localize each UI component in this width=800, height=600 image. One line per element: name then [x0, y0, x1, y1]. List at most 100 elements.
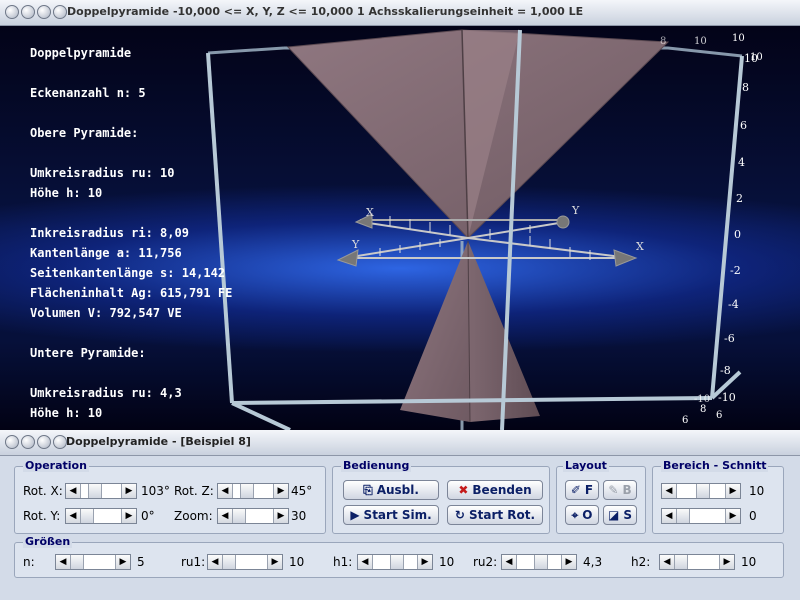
rot-x-slider[interactable]: ◀ ▶ — [65, 483, 137, 499]
h1-decrement[interactable]: ◀ — [358, 555, 373, 569]
svg-text:6: 6 — [740, 119, 747, 132]
ru2-increment[interactable]: ▶ — [561, 555, 576, 569]
x-axis-label-front: X — [636, 240, 644, 253]
range-increment[interactable]: ▶ — [725, 484, 740, 498]
close-icon: ✖ — [458, 483, 469, 497]
main-window-title: Doppelpyramide -10,000 <= X, Y, Z <= 10,… — [67, 5, 584, 18]
control-window-state-icon — [53, 435, 67, 449]
start-rotation-label: Start Rot. — [468, 508, 536, 522]
svg-text:-4: -4 — [728, 298, 739, 311]
background-label: B — [622, 483, 632, 497]
h2-label: h2: — [631, 555, 651, 569]
rot-z-decrement[interactable]: ◀ — [218, 484, 233, 498]
rot-z-thumb[interactable] — [240, 484, 255, 498]
rot-y-thumb[interactable] — [80, 509, 94, 523]
hide-button[interactable]: ⎘ Ausbl. — [343, 480, 439, 500]
rot-y-increment[interactable]: ▶ — [121, 509, 136, 523]
n-value: 5 — [137, 555, 145, 569]
fill-color-button[interactable]: ✐ F — [565, 480, 599, 500]
y-axis-label-front: Y — [351, 238, 360, 251]
rot-x-thumb[interactable] — [88, 484, 103, 498]
y-axis-label-back: Y — [571, 204, 580, 217]
rot-z-increment[interactable]: ▶ — [273, 484, 288, 498]
zoom-decrement[interactable]: ◀ — [218, 509, 233, 523]
ru1-slider[interactable]: ◀ ▶ — [207, 554, 283, 570]
ru2-thumb[interactable] — [533, 555, 548, 569]
exit-button-label: Beenden — [472, 483, 532, 497]
info-corner-count: Eckenanzahl n: 5 — [30, 86, 146, 100]
zoom-value: 30 — [291, 509, 307, 523]
zoom-slider[interactable]: ◀ ▶ — [217, 508, 289, 524]
rot-y-decrement[interactable]: ◀ — [66, 509, 81, 523]
rot-z-slider[interactable]: ◀ ▶ — [217, 483, 289, 499]
n-label: n: — [23, 555, 35, 569]
n-thumb[interactable] — [70, 555, 84, 569]
ru2-decrement[interactable]: ◀ — [502, 555, 517, 569]
hide-button-label: Ausbl. — [376, 483, 419, 497]
svg-text:-2: -2 — [730, 264, 741, 277]
upper-pyramid — [286, 29, 670, 239]
svg-text:-8: -8 — [720, 364, 731, 377]
rot-x-increment[interactable]: ▶ — [121, 484, 136, 498]
rot-x-label: Rot. X: — [23, 484, 63, 498]
n-increment[interactable]: ▶ — [115, 555, 130, 569]
section-slider[interactable]: ◀ ▶ — [661, 508, 741, 524]
ru1-thumb[interactable] — [222, 555, 236, 569]
info-area: Flächeninhalt Ag: 615,791 FE — [30, 286, 233, 300]
h2-increment[interactable]: ▶ — [719, 555, 734, 569]
ru2-slider[interactable]: ◀ ▶ — [501, 554, 577, 570]
h1-increment[interactable]: ▶ — [417, 555, 432, 569]
info-volume: Volumen V: 792,547 VE — [30, 306, 182, 320]
rot-x-decrement[interactable]: ◀ — [66, 484, 81, 498]
start-simulation-button[interactable]: ▶ Start Sim. — [343, 505, 439, 525]
info-upper-radius: Umkreisradius ru: 10 — [30, 166, 175, 180]
range-decrement[interactable]: ◀ — [662, 484, 677, 498]
svg-text:10: 10 — [732, 33, 745, 44]
rot-y-slider[interactable]: ◀ ▶ — [65, 508, 137, 524]
n-slider[interactable]: ◀ ▶ — [55, 554, 131, 570]
ru2-label: ru2: — [473, 555, 498, 569]
control-maximize-button[interactable] — [37, 435, 51, 449]
background-button[interactable]: ✎ B — [603, 480, 637, 500]
ru1-value: 10 — [289, 555, 305, 569]
svg-text:-10: -10 — [718, 391, 736, 404]
minimize-button[interactable] — [21, 5, 35, 19]
style-button[interactable]: ◪ S — [603, 505, 637, 525]
control-window-title: Doppelpyramide - [Beispiel 8] — [66, 435, 251, 448]
paint-icon: ✐ — [570, 483, 581, 497]
info-title: Doppelpyramide — [30, 46, 132, 60]
section-thumb[interactable] — [676, 509, 690, 523]
start-simulation-label: Start Sim. — [363, 508, 432, 522]
range-thumb[interactable] — [695, 484, 710, 498]
svg-text:10: 10 — [750, 52, 763, 63]
h1-slider[interactable]: ◀ ▶ — [357, 554, 433, 570]
operation-group: Operation Rot. X: ◀ ▶ 103° Rot. Z: ◀ ▶ 45°… — [14, 459, 326, 534]
start-rotation-button[interactable]: ↻ Start Rot. — [447, 505, 543, 525]
h1-thumb[interactable] — [389, 555, 404, 569]
zoom-increment[interactable]: ▶ — [273, 509, 288, 523]
control-minimize-button[interactable] — [21, 435, 35, 449]
origin-button[interactable]: ⌖ O — [565, 505, 599, 525]
lower-pyramid — [400, 240, 540, 423]
exit-button[interactable]: ✖ Beenden — [447, 480, 543, 500]
range-slider[interactable]: ◀ ▶ — [661, 483, 741, 499]
svg-text:-6: -6 — [724, 332, 735, 345]
h2-thumb[interactable] — [674, 555, 688, 569]
3d-viewport[interactable]: X Y Y X 10 8 6 4 2 0 -2 -4 -6 -8 -10 10 — [0, 26, 800, 430]
maximize-button[interactable] — [37, 5, 51, 19]
window-menu-button[interactable] — [5, 5, 19, 19]
section-increment[interactable]: ▶ — [725, 509, 740, 523]
ru1-decrement[interactable]: ◀ — [208, 555, 223, 569]
n-decrement[interactable]: ◀ — [56, 555, 71, 569]
window-state-icon — [53, 5, 67, 19]
h2-slider[interactable]: ◀ ▶ — [659, 554, 735, 570]
h2-value: 10 — [741, 555, 757, 569]
bucket-icon: ◪ — [608, 508, 620, 522]
h2-decrement[interactable]: ◀ — [660, 555, 675, 569]
control-window-menu-button[interactable] — [5, 435, 19, 449]
ru1-increment[interactable]: ▶ — [267, 555, 282, 569]
range-value: 10 — [749, 484, 765, 498]
section-decrement[interactable]: ◀ — [662, 509, 677, 523]
rotate-icon: ↻ — [454, 508, 465, 522]
zoom-thumb[interactable] — [232, 509, 246, 523]
